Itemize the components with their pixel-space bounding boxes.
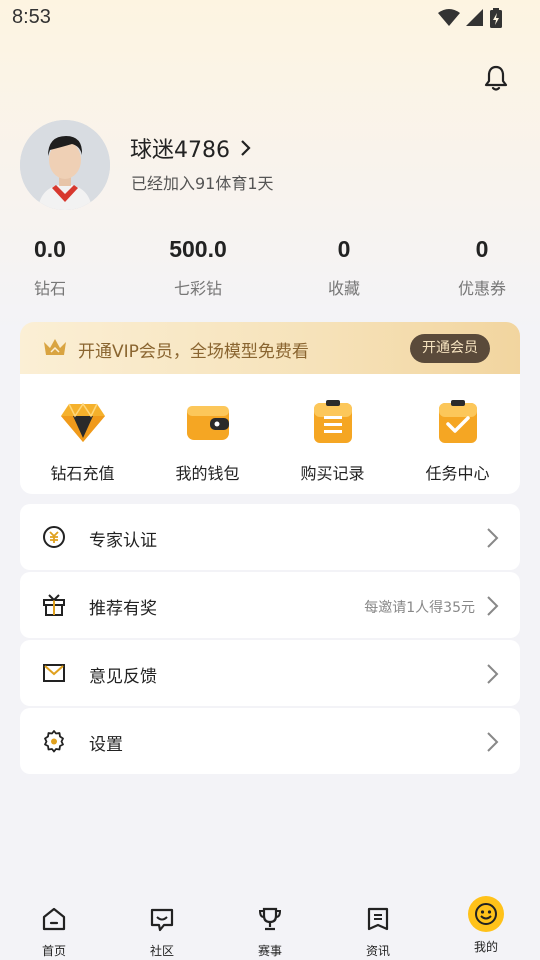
menu-label: 推荐有奖 [89, 599, 157, 619]
tab-label: 首页 [41, 944, 66, 958]
diamond-icon [60, 402, 105, 442]
crown-icon [44, 339, 66, 355]
chevron-right-icon [487, 664, 499, 684]
stat-colorful-diamond[interactable]: 500.0 七彩钻 [138, 236, 258, 299]
stat-label: 七彩钻 [173, 279, 222, 298]
avatar[interactable] [20, 120, 110, 210]
vip-banner[interactable]: 开通VIP会员，全场模型免费看 开通会员 [20, 322, 520, 374]
tab-community[interactable]: 社区 [132, 906, 192, 959]
status-time: 8:53 [12, 6, 51, 28]
menu-label: 设置 [89, 735, 123, 755]
chevron-right-icon [487, 732, 499, 752]
tab-mine[interactable]: 我的 [456, 896, 516, 955]
chevron-right-icon [487, 528, 499, 548]
joined-text: 已经加入91体育1天 [131, 174, 274, 193]
clipboard-check-icon [438, 400, 477, 443]
tab-label: 赛事 [257, 944, 282, 958]
chat-icon [150, 908, 174, 932]
tab-label: 社区 [149, 944, 174, 958]
tab-label: 资讯 [365, 944, 390, 958]
chevron-right-icon [487, 596, 499, 616]
clipboard-list-icon [313, 400, 352, 443]
coin-icon [43, 526, 65, 548]
tab-label: 我的 [473, 940, 498, 954]
menu-label: 意见反馈 [89, 667, 157, 687]
signal-icon [466, 9, 483, 26]
home-icon [42, 907, 66, 931]
status-bar: 8:53 [0, 0, 540, 36]
menu-referral-reward[interactable]: 推荐有奖 每邀请1人得35元 [20, 572, 520, 638]
bell-icon[interactable] [482, 64, 510, 92]
bottom-tab-bar: 首页 社区 赛事 资讯 我的 [0, 896, 540, 960]
menu-settings[interactable]: 设置 [20, 708, 520, 774]
status-icons [438, 8, 502, 28]
gift-icon [43, 594, 65, 616]
news-icon [367, 907, 389, 931]
smiley-icon [468, 896, 504, 932]
grid-item-task-center[interactable]: 任务中心 [395, 398, 520, 484]
stat-label: 优惠券 [457, 279, 506, 298]
stat-label: 钻石 [33, 279, 66, 298]
grid-item-label: 任务中心 [425, 464, 490, 483]
stat-favorites[interactable]: 0 收藏 [284, 236, 404, 299]
tab-news[interactable]: 资讯 [348, 906, 408, 959]
tab-home[interactable]: 首页 [24, 906, 84, 959]
chevron-right-icon [241, 140, 251, 156]
stat-label: 收藏 [327, 279, 360, 298]
stats-row: 0.0 钻石 500.0 七彩钻 0 收藏 0 优惠券 [0, 236, 540, 306]
stat-diamond[interactable]: 0.0 钻石 [0, 236, 110, 299]
stat-value: 0 [475, 236, 489, 262]
username-link[interactable]: 球迷4786 [130, 132, 252, 164]
tab-matches[interactable]: 赛事 [240, 906, 300, 959]
menu-expert-certification[interactable]: 专家认证 [20, 504, 520, 570]
grid-item-diamond-recharge[interactable]: 钻石充值 [20, 398, 145, 484]
battery-icon [490, 8, 502, 28]
grid-item-wallet[interactable]: 我的钱包 [145, 398, 270, 484]
wifi-icon [438, 9, 460, 26]
menu-hint: 每邀请1人得35元 [364, 600, 475, 616]
grid-item-label: 我的钱包 [175, 464, 240, 483]
stat-value: 0 [337, 236, 351, 262]
menu-label: 专家认证 [89, 531, 157, 551]
open-vip-button[interactable]: 开通会员 [410, 334, 490, 363]
gear-icon [44, 730, 64, 753]
grid-item-label: 购买记录 [300, 464, 365, 483]
avatar-illustration [20, 120, 110, 210]
vip-promo-text: 开通VIP会员，全场模型免费看 [78, 342, 309, 362]
stat-value: 0.0 [34, 236, 66, 262]
quick-actions-card: 钻石充值 我的钱包 购买记录 任务中心 [20, 374, 520, 494]
grid-item-purchase-history[interactable]: 购买记录 [270, 398, 395, 484]
stat-coupons[interactable]: 0 优惠券 [422, 236, 540, 299]
username-text: 球迷4786 [130, 138, 230, 163]
trophy-icon [258, 907, 282, 931]
grid-item-label: 钻石充值 [50, 464, 115, 483]
mail-icon [43, 664, 65, 682]
menu-feedback[interactable]: 意见反馈 [20, 640, 520, 706]
wallet-icon [186, 406, 229, 440]
stat-value: 500.0 [169, 236, 227, 262]
